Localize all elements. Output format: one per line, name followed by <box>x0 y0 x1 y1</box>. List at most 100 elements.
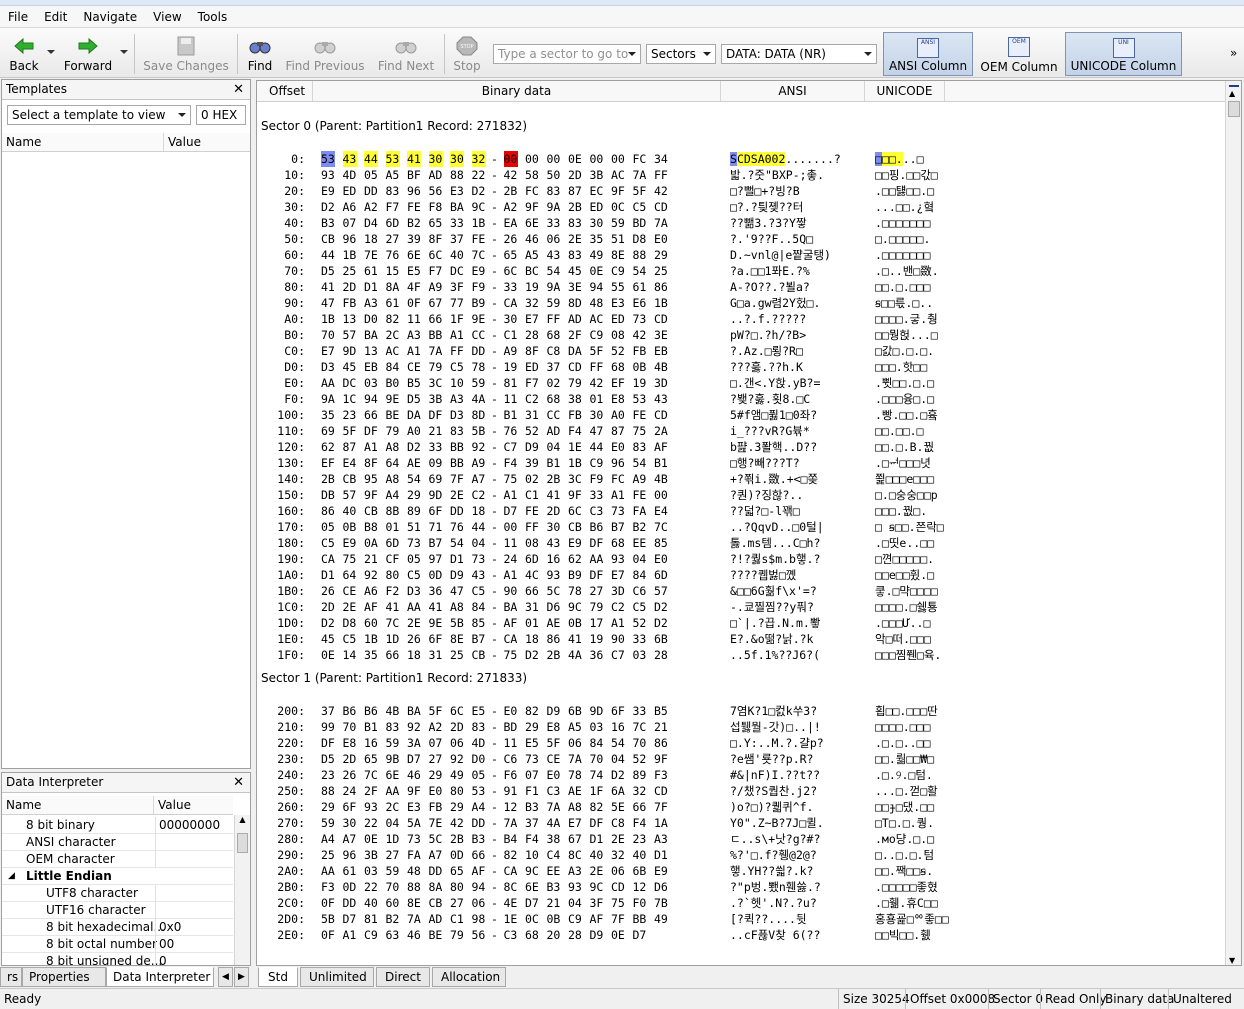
hex-byte[interactable]: 06 <box>547 231 561 247</box>
hex-row-ansi[interactable]: )o?□)?퀣퀴^f. <box>730 799 813 815</box>
hex-byte[interactable]: 77 <box>450 295 464 311</box>
hex-byte[interactable]: 35 <box>590 231 604 247</box>
hex-byte[interactable]: 2E <box>407 615 421 631</box>
hex-byte[interactable]: 31 <box>525 599 539 615</box>
hex-byte[interactable]: 4B <box>386 703 400 719</box>
hex-row-bytes[interactable]: 86 40 CB 8B 89 6F DD 18- D7 FE 2D 6C C3 73 FA E4 <box>321 503 668 519</box>
hex-byte[interactable]: DD <box>472 343 486 359</box>
hex-byte[interactable]: ED <box>525 359 539 375</box>
hex-row-ansi[interactable]: SCDSA002.......? <box>730 151 841 167</box>
hex-row-ansi[interactable]: ?a.□□1퐈E.?% <box>730 263 810 279</box>
hex-byte[interactable]: A7 <box>429 847 443 863</box>
hex-byte[interactable]: C2 <box>472 487 486 503</box>
hex-byte[interactable]: C2 <box>611 599 625 615</box>
hex-byte[interactable]: 5F <box>590 343 604 359</box>
hex-byte[interactable]: 6F <box>343 799 357 815</box>
hex-byte[interactable]: 38 <box>568 391 582 407</box>
hex-row-unicode[interactable]: .□□□□□□□ <box>875 247 930 263</box>
hex-byte[interactable]: 53 <box>472 783 486 799</box>
hex-byte[interactable]: 88 <box>633 247 647 263</box>
hex-row-ansi[interactable]: 7염K?1□컰k쑤3? <box>730 703 817 719</box>
hex-byte[interactable]: C3 <box>504 927 518 943</box>
hex-byte[interactable]: 56 <box>429 183 443 199</box>
hex-byte[interactable]: 42 <box>633 327 647 343</box>
hex-byte[interactable]: B7 <box>472 631 486 647</box>
hex-byte[interactable]: 0E <box>568 151 582 167</box>
hex-byte[interactable]: 84 <box>590 735 604 751</box>
hex-byte[interactable]: 35 <box>364 647 378 663</box>
hex-byte[interactable]: D9 <box>525 439 539 455</box>
hex-byte[interactable]: 61 <box>343 863 357 879</box>
hex-byte[interactable]: 2D <box>343 279 357 295</box>
hex-byte[interactable]: 1A <box>654 815 668 831</box>
hex-byte[interactable]: 8E <box>450 631 464 647</box>
back-dropdown-arrow[interactable] <box>47 50 55 54</box>
hex-byte[interactable]: 11 <box>504 735 518 751</box>
hex-byte[interactable]: 9F <box>654 751 668 767</box>
hex-byte[interactable]: 1B <box>472 215 486 231</box>
hex-byte[interactable]: 1B <box>343 247 357 263</box>
hex-byte[interactable]: C9 <box>590 327 604 343</box>
hex-byte[interactable]: 12 <box>633 879 647 895</box>
hex-byte[interactable]: 54 <box>547 263 561 279</box>
hex-byte[interactable]: 9E <box>429 615 443 631</box>
hex-byte[interactable]: 64 <box>386 455 400 471</box>
hex-byte[interactable]: ED <box>343 183 357 199</box>
hex-byte[interactable]: C1 <box>504 327 518 343</box>
hex-byte[interactable]: 18 <box>364 231 378 247</box>
hex-byte[interactable]: C5 <box>321 535 335 551</box>
hex-byte[interactable]: 6F <box>429 631 443 647</box>
hex-byte[interactable]: 7A <box>568 751 582 767</box>
hex-byte[interactable]: A1 <box>504 487 518 503</box>
hex-row-ansi[interactable]: ?.Az.□룅?R□ <box>730 343 803 359</box>
hex-byte[interactable]: DF <box>590 815 604 831</box>
hex-byte[interactable]: 87 <box>343 439 357 455</box>
hex-byte[interactable]: 25 <box>654 263 668 279</box>
hex-byte[interactable]: A9 <box>633 471 647 487</box>
hex-row-unicode[interactable]: ...□□.¿혘 <box>875 199 934 215</box>
hex-byte[interactable]: B1 <box>364 719 378 735</box>
hex-byte[interactable]: C6 <box>504 751 518 767</box>
hex-byte[interactable]: 01 <box>386 519 400 535</box>
hex-row-unicode[interactable]: □ ꞩ□□.쯘락□ <box>875 519 944 535</box>
hex-byte[interactable]: 00 <box>654 487 668 503</box>
hex-byte[interactable]: 4A <box>472 391 486 407</box>
hex-byte[interactable]: BD <box>633 215 647 231</box>
hex-byte[interactable]: FF <box>654 167 668 183</box>
hex-byte[interactable]: 0D <box>450 847 464 863</box>
hex-byte[interactable]: 76 <box>386 247 400 263</box>
hex-byte[interactable]: 45 <box>321 631 335 647</box>
hex-byte[interactable]: 1F <box>450 311 464 327</box>
hex-byte[interactable]: 0A <box>364 535 378 551</box>
hex-byte[interactable]: B1 <box>504 407 518 423</box>
hex-byte[interactable]: 29 <box>525 719 539 735</box>
hex-byte[interactable]: 53 <box>321 151 335 167</box>
hex-byte[interactable]: 56 <box>472 927 486 943</box>
hex-byte[interactable]: 1D <box>386 631 400 647</box>
hex-byte[interactable]: 27 <box>590 583 604 599</box>
hex-byte[interactable]: 68 <box>547 391 561 407</box>
hex-byte[interactable]: 2D <box>343 751 357 767</box>
hex-byte[interactable]: E4 <box>654 503 668 519</box>
hex-byte[interactable]: 66 <box>429 311 443 327</box>
hex-byte[interactable]: CE <box>547 751 561 767</box>
hex-byte[interactable]: A1 <box>407 343 421 359</box>
hex-byte[interactable]: 7C <box>633 719 647 735</box>
oem-column-button[interactable]: OEM OEM Column <box>977 32 1061 76</box>
hex-row-bytes[interactable]: EF E4 8F 64 AE 09 BB A9- F4 39 B1 1B C9 96 54 B1 <box>321 455 668 471</box>
hex-byte[interactable]: B1 <box>547 455 561 471</box>
hex-byte[interactable]: DF <box>590 535 604 551</box>
hex-byte[interactable]: 40 <box>450 247 464 263</box>
hex-byte[interactable]: BD <box>504 719 518 735</box>
hex-byte[interactable]: 7B <box>654 895 668 911</box>
hex-row-ansi[interactable]: [?퀵??....뒷 <box>730 911 807 927</box>
hex-byte[interactable]: 32 <box>633 783 647 799</box>
hex-byte[interactable]: 9E <box>386 391 400 407</box>
hex-byte[interactable]: 75 <box>611 895 625 911</box>
hex-byte[interactable]: B3 <box>472 831 486 847</box>
hex-byte[interactable]: 38 <box>547 831 561 847</box>
hex-byte[interactable]: AC <box>386 343 400 359</box>
hex-byte[interactable]: F3 <box>321 879 335 895</box>
hex-byte[interactable]: 5F <box>429 703 443 719</box>
hex-byte[interactable]: B2 <box>407 215 421 231</box>
